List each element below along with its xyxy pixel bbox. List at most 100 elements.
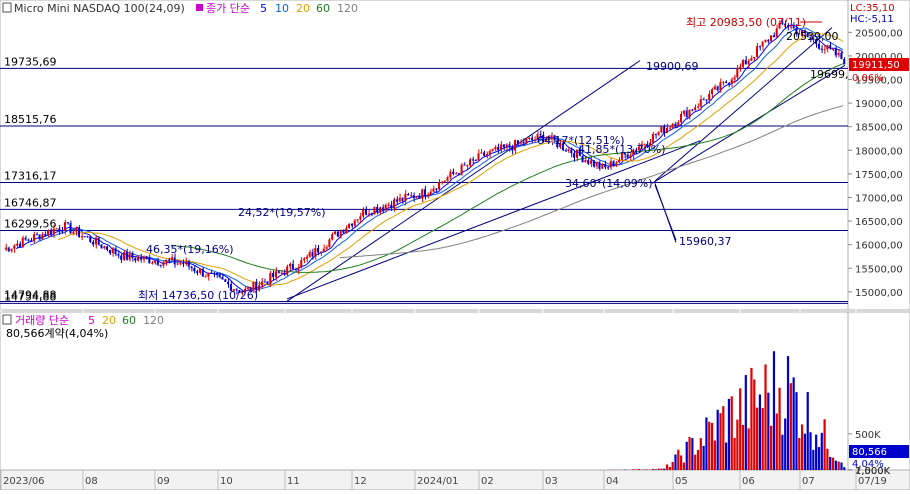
candle-body bbox=[297, 267, 299, 270]
candle-body bbox=[714, 86, 716, 89]
candle-body bbox=[475, 160, 477, 161]
candle-body bbox=[511, 148, 513, 151]
candle-body bbox=[337, 232, 339, 237]
candle-body bbox=[213, 273, 215, 274]
candle-body bbox=[165, 260, 167, 262]
candle-body bbox=[334, 232, 336, 234]
candle-body bbox=[669, 128, 671, 129]
candle-body bbox=[573, 153, 575, 158]
horizontal-line-label: 14754,88 bbox=[4, 290, 57, 303]
candle-body bbox=[283, 273, 285, 275]
candle-body bbox=[70, 223, 72, 233]
x-axis-label: 04 bbox=[606, 476, 619, 487]
x-axis-label: 2024/01 bbox=[417, 476, 459, 487]
candle-body bbox=[708, 94, 710, 100]
candle-body bbox=[615, 162, 617, 166]
candle-body bbox=[145, 256, 147, 257]
volume-bar bbox=[759, 395, 761, 470]
candle-body bbox=[750, 58, 752, 61]
candle-body bbox=[58, 229, 60, 231]
candle-body bbox=[50, 230, 52, 234]
volume-bar bbox=[683, 463, 685, 470]
annotation-target: 15960,37 bbox=[679, 235, 732, 248]
price-tick-label: 15000,00 bbox=[855, 288, 903, 299]
candle-body bbox=[92, 242, 94, 245]
candle-body bbox=[582, 156, 584, 163]
candle-body bbox=[596, 163, 598, 167]
candle-body bbox=[466, 165, 468, 166]
candle-body bbox=[272, 273, 274, 277]
candle-body bbox=[618, 160, 620, 163]
candle-body bbox=[10, 249, 12, 251]
candle-body bbox=[109, 250, 111, 253]
candle-body bbox=[41, 234, 43, 239]
volume-bar bbox=[739, 388, 741, 470]
candle-body bbox=[368, 213, 370, 214]
candle-body bbox=[120, 256, 122, 260]
volume-bar bbox=[838, 462, 840, 470]
price-tick-label: 18500,00 bbox=[855, 123, 903, 134]
volume-bar bbox=[793, 377, 795, 470]
candle-body bbox=[311, 252, 313, 256]
volume-title: 거래량 단순 bbox=[15, 314, 69, 327]
volume-collapse-icon[interactable] bbox=[3, 315, 11, 324]
candle-body bbox=[469, 159, 471, 165]
candle-body bbox=[134, 258, 136, 261]
candle-body bbox=[652, 134, 654, 143]
candle-body bbox=[264, 282, 266, 283]
candle-body bbox=[840, 53, 842, 59]
candle-body bbox=[323, 249, 325, 252]
volume-bar bbox=[669, 467, 671, 470]
candle-body bbox=[55, 229, 57, 230]
candle-body bbox=[373, 207, 375, 214]
change-pct: 0,06% bbox=[852, 73, 884, 84]
volume-bar bbox=[680, 456, 682, 470]
chart-window: 19735,6918515,7617316,1716746,8716299,56… bbox=[0, 0, 910, 490]
candle-body bbox=[421, 189, 423, 198]
candle-body bbox=[424, 189, 426, 196]
candle-body bbox=[129, 253, 131, 259]
volume-bar bbox=[745, 375, 747, 470]
candle-body bbox=[331, 234, 333, 239]
candle-body bbox=[838, 53, 840, 56]
volume-ma-5: 5 bbox=[88, 314, 95, 327]
candle-body bbox=[351, 224, 353, 226]
price-tick-label: 16500,00 bbox=[855, 217, 903, 228]
candle-body bbox=[610, 161, 612, 167]
volume-tick-label: 500K bbox=[855, 430, 881, 441]
volume-bar bbox=[829, 457, 831, 470]
candle-body bbox=[13, 246, 15, 249]
current-price: 19911,50 bbox=[852, 60, 900, 71]
candle-body bbox=[435, 189, 437, 190]
volume-bar bbox=[736, 420, 738, 470]
candle-body bbox=[205, 276, 207, 277]
candle-body bbox=[753, 57, 755, 58]
candle-body bbox=[227, 282, 229, 284]
x-axis-label: 08 bbox=[85, 476, 98, 487]
candle-body bbox=[514, 140, 516, 150]
candle-body bbox=[458, 173, 460, 174]
candle-body bbox=[725, 82, 727, 83]
ma-period-10: 10 bbox=[275, 2, 289, 15]
candle-body bbox=[199, 269, 201, 273]
candle-body bbox=[528, 138, 530, 139]
volume-bar bbox=[762, 408, 764, 470]
candle-body bbox=[418, 196, 420, 198]
candle-body bbox=[103, 246, 105, 248]
candle-body bbox=[317, 248, 319, 253]
candle-body bbox=[826, 45, 828, 49]
candle-body bbox=[508, 144, 510, 147]
collapse-icon[interactable] bbox=[3, 3, 11, 12]
price-panel[interactable] bbox=[0, 0, 848, 310]
candle-body bbox=[387, 205, 389, 206]
x-axis-label: 07 bbox=[802, 476, 815, 487]
volume-bar bbox=[632, 469, 634, 470]
candle-body bbox=[39, 234, 41, 239]
candle-body bbox=[157, 261, 159, 265]
candle-body bbox=[168, 260, 170, 261]
candle-body bbox=[438, 182, 440, 190]
candle-body bbox=[590, 160, 592, 163]
candle-body bbox=[719, 82, 721, 90]
annotation-angle-4: 41,85*(13,70%) bbox=[578, 143, 666, 156]
candle-body bbox=[759, 46, 761, 47]
